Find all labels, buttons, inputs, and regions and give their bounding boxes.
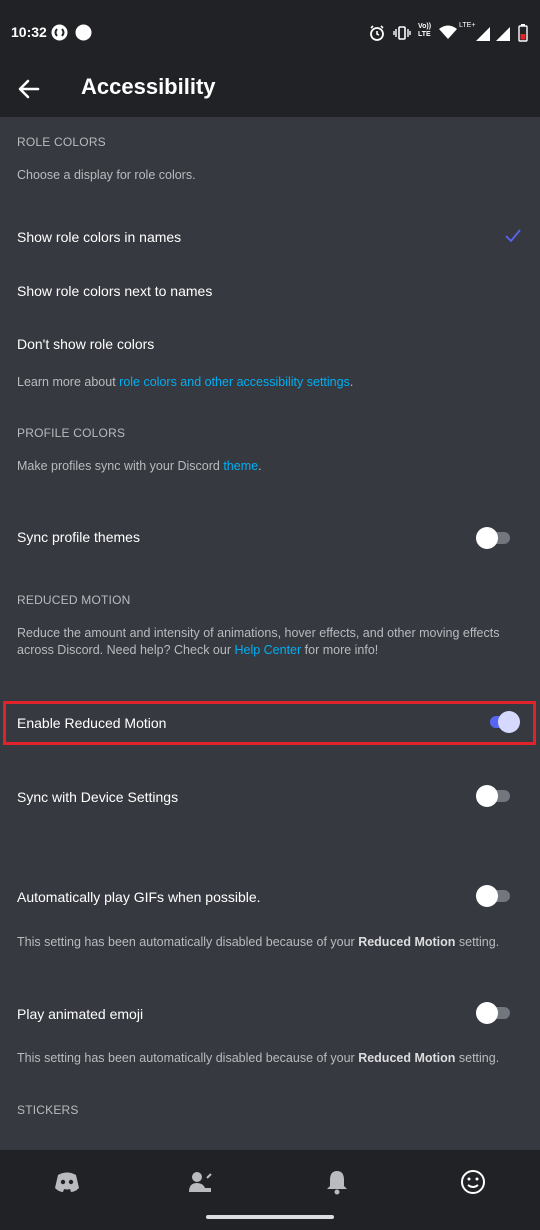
sync-device-settings-row[interactable]: Sync with Device Settings <box>0 773 540 821</box>
theme-link[interactable]: theme <box>223 459 258 473</box>
settings-content[interactable]: ROLE COLORS Choose a display for role co… <box>0 117 540 1150</box>
stickers-header: STICKERS <box>17 1103 79 1117</box>
notification-dot-icon <box>75 24 92 41</box>
gesture-home-bar[interactable] <box>206 1215 334 1219</box>
role-option-show-in-names[interactable]: Show role colors in names <box>0 212 540 260</box>
role-colors-learn-more-link[interactable]: role colors and other accessibility sett… <box>119 375 350 389</box>
checkmark-icon <box>505 229 521 242</box>
signal-icon-1 <box>476 27 490 41</box>
help-center-link[interactable]: Help Center <box>234 643 301 657</box>
profile-colors-header: PROFILE COLORS <box>17 426 126 440</box>
status-time: 10:32 <box>11 24 47 40</box>
profile-colors-description: Make profiles sync with your Discord the… <box>17 459 262 473</box>
lte-plus-label: LTE+ <box>459 22 476 29</box>
app-bar: Accessibility <box>0 60 540 117</box>
reduced-motion-header: REDUCED MOTION <box>17 593 131 607</box>
volte-label: Vo)) LTE <box>418 23 432 38</box>
animated-emoji-label: Play animated emoji <box>17 1006 144 1022</box>
emoji-disabled-note: This setting has been automatically disa… <box>17 1051 500 1065</box>
sync-device-settings-label: Sync with Device Settings <box>17 789 179 805</box>
autoplay-gifs-toggle[interactable] <box>476 884 512 908</box>
signal-icon-2 <box>496 27 510 41</box>
role-option-label: Show role colors in names <box>17 229 182 245</box>
role-option-show-next-to-names[interactable]: Show role colors next to names <box>0 266 540 314</box>
bottom-navigation <box>0 1150 540 1230</box>
notifications-bell-icon[interactable] <box>323 1168 351 1196</box>
status-bar: 10:32 Vo)) LTE LTE+ <box>0 0 540 60</box>
gifs-disabled-note: This setting has been automatically disa… <box>17 935 500 949</box>
autoplay-gifs-row[interactable]: Automatically play GIFs when possible. <box>0 873 540 921</box>
role-option-label: Don't show role colors <box>17 336 155 352</box>
profile-smiley-icon[interactable] <box>459 1168 487 1196</box>
reduced-motion-description: Reduce the amount and intensity of anima… <box>17 626 500 657</box>
autoplay-gifs-label: Automatically play GIFs when possible. <box>17 889 261 905</box>
battery-icon <box>518 24 528 42</box>
role-option-label: Show role colors next to names <box>17 283 213 299</box>
alarm-icon <box>370 25 384 41</box>
sync-device-settings-toggle[interactable] <box>476 784 512 808</box>
animated-emoji-toggle[interactable] <box>476 1001 512 1025</box>
role-option-dont-show[interactable]: Don't show role colors <box>0 319 540 367</box>
wifi-icon <box>439 25 457 39</box>
back-arrow-icon[interactable] <box>16 76 42 102</box>
sync-profile-themes-toggle[interactable] <box>476 526 512 550</box>
vibrate-icon <box>393 26 411 40</box>
role-colors-description: Choose a display for role colors. <box>17 168 196 182</box>
role-colors-learn-more: Learn more about role colors and other a… <box>17 375 354 389</box>
page-title: Accessibility <box>81 74 216 99</box>
shazam-icon <box>51 24 68 41</box>
sync-profile-themes-label: Sync profile themes <box>17 529 140 545</box>
animated-emoji-row[interactable]: Play animated emoji <box>0 989 540 1037</box>
highlight-box <box>3 701 536 745</box>
role-colors-header: ROLE COLORS <box>17 135 106 149</box>
discord-home-icon[interactable] <box>53 1168 81 1196</box>
sync-profile-themes-row[interactable]: Sync profile themes <box>0 515 540 563</box>
friends-icon[interactable] <box>187 1168 215 1196</box>
